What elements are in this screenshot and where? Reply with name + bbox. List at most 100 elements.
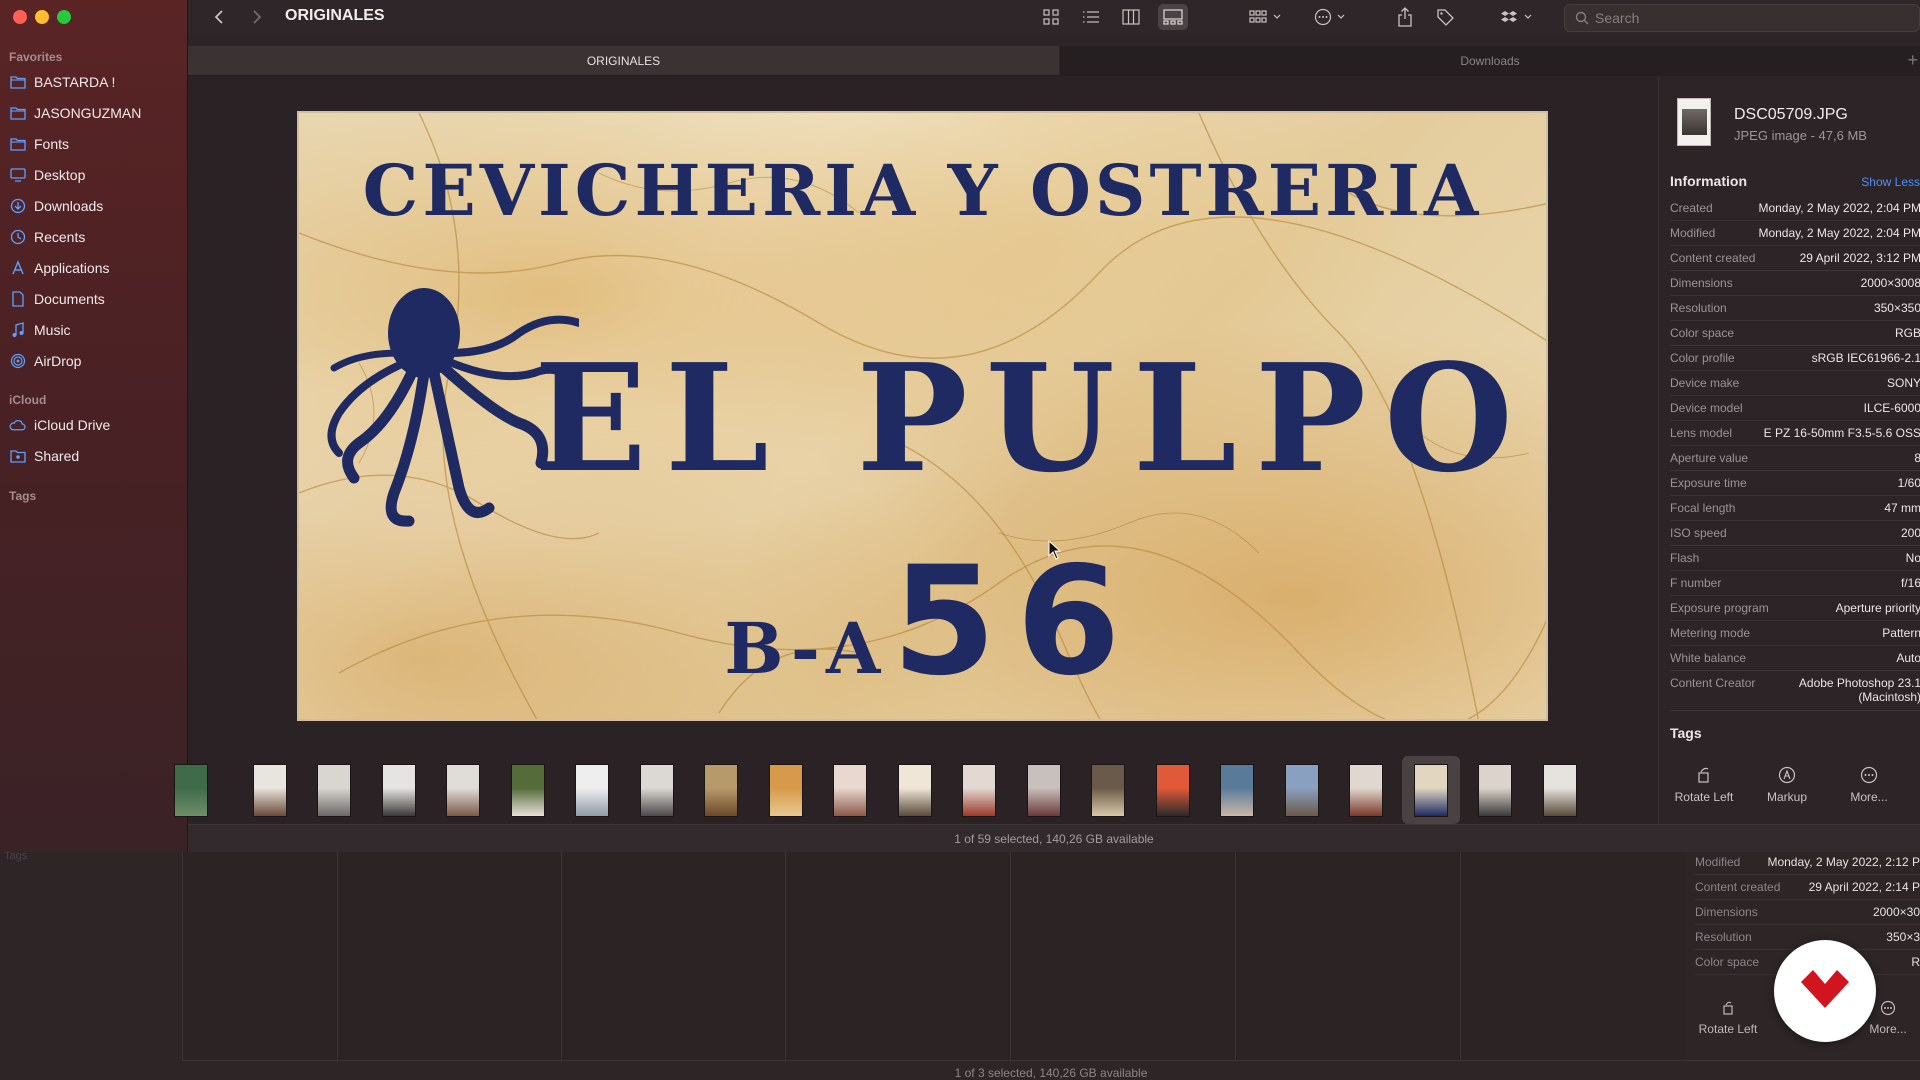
column-divider [1460, 850, 1461, 1060]
filmstrip-thumbnail-selected[interactable] [1413, 764, 1448, 817]
info-value: 350×350 [1873, 301, 1920, 315]
file-kind: JPEG image - 47,6 MB [1734, 128, 1867, 143]
column-view-button[interactable] [1118, 4, 1144, 30]
filmstrip-thumbnail[interactable] [704, 764, 738, 817]
info-row: Modified Monday, 2 May 2022, 2:04 PM [1670, 221, 1920, 246]
filmstrip-thumbnail[interactable] [317, 764, 351, 817]
info-key: F number [1670, 576, 1722, 590]
sidebar-item-icloud-drive[interactable]: iCloud Drive [9, 413, 184, 437]
more-button[interactable]: More... [1829, 766, 1909, 804]
filmstrip-thumbnail[interactable] [1349, 764, 1383, 817]
sign-prefix: B-A [724, 607, 887, 690]
filmstrip-thumbnail[interactable] [1220, 764, 1254, 817]
dropbox-button[interactable] [1498, 4, 1538, 30]
finder-window: Favorites BASTARDA ! JASONGUZMAN Fonts D… [0, 0, 1920, 852]
shared-folder-icon [9, 448, 26, 465]
rotate-left-button[interactable]: Rotate Left [1664, 766, 1744, 804]
sidebar-item-bastarda[interactable]: BASTARDA ! [9, 70, 184, 94]
sidebar-item-applications[interactable]: Applications [9, 256, 184, 280]
tab-originales[interactable]: ORIGINALES [188, 46, 1059, 76]
filmstrip-thumbnail[interactable] [252, 764, 287, 817]
filmstrip-thumbnail[interactable] [1478, 764, 1512, 817]
filmstrip-thumbnail[interactable] [897, 764, 932, 817]
filmstrip-thumbnail[interactable] [174, 764, 208, 817]
info-key: Lens model [1670, 426, 1733, 440]
info-value: Adobe Photoshop 23.1 (Macintosh) [1798, 676, 1920, 704]
filmstrip-thumbnail[interactable] [510, 764, 545, 817]
info-key: Flash [1670, 551, 1700, 565]
sidebar-item-downloads[interactable]: Downloads [9, 194, 184, 218]
filmstrip-thumbnail[interactable] [768, 764, 803, 817]
image-preview[interactable]: CEVICHERIA Y OSTRERIA EL PULPO B-A 56 [297, 111, 1548, 721]
info-row: Dimensions 2000×3008 [1670, 271, 1920, 296]
minimize-window-button[interactable] [35, 10, 49, 24]
bg-rotate-left-button[interactable]: Rotate Left [1698, 1000, 1758, 1036]
sidebar-item-label: BASTARDA ! [34, 74, 116, 90]
filmstrip-thumbnail[interactable] [833, 764, 867, 817]
share-button[interactable] [1392, 4, 1418, 30]
filmstrip-thumbnail[interactable] [446, 764, 480, 817]
info-row: Metering mode Pattern [1670, 621, 1920, 646]
tag-button[interactable] [1432, 4, 1458, 30]
sidebar-item-recents[interactable]: Recents [9, 225, 184, 249]
sidebar-item-documents[interactable]: Documents [9, 287, 184, 311]
gallery-content: CEVICHERIA Y OSTRERIA EL PULPO B-A 56 [174, 76, 1658, 824]
new-tab-button[interactable]: + [1907, 50, 1918, 71]
filmstrip-thumbnail[interactable] [1284, 764, 1319, 817]
filmstrip-thumbnail[interactable] [639, 764, 674, 817]
gallery-view-button[interactable] [1158, 4, 1188, 30]
forward-button[interactable] [245, 5, 269, 29]
sidebar-item-desktop[interactable]: Desktop [9, 163, 184, 187]
sidebar-item-jasonguzman[interactable]: JASONGUZMAN [9, 101, 184, 125]
info-key: Created [1670, 201, 1713, 215]
info-value: 8 [1914, 451, 1920, 465]
info-value: 29 April 2022, 3:12 PM [1799, 251, 1920, 265]
columns-icon [1122, 9, 1140, 25]
bg-info-row: Content created 29 April 2022, 2:14 P [1695, 875, 1920, 900]
sidebar-item-label: Desktop [34, 167, 86, 183]
filmstrip-thumbnail[interactable] [1026, 764, 1061, 817]
info-row: Flash No [1670, 546, 1920, 571]
column-divider [785, 850, 786, 1060]
mouse-cursor [1048, 540, 1062, 560]
list-view-button[interactable] [1078, 4, 1104, 30]
info-key: Modified [1670, 226, 1716, 240]
filmstrip-thumbnail[interactable] [1091, 764, 1125, 817]
window-title: ORIGINALES [285, 7, 385, 24]
sidebar-item-label: Recents [34, 229, 86, 245]
filmstrip-thumbnail[interactable] [381, 764, 416, 817]
icon-view-button[interactable] [1038, 4, 1064, 30]
action-menu-button[interactable] [1312, 4, 1352, 30]
sidebar-item-label: Documents [34, 291, 105, 307]
search-field[interactable]: Search [1564, 4, 1920, 32]
file-name: DSC05709.JPG [1734, 106, 1848, 123]
column-divider [1010, 850, 1011, 1060]
tab-downloads[interactable]: Downloads [1060, 46, 1920, 76]
info-key: White balance [1670, 651, 1747, 665]
folder-icon [9, 136, 26, 153]
zoom-window-button[interactable] [57, 10, 71, 24]
filmstrip-thumbnail[interactable] [1155, 764, 1190, 817]
filmstrip-thumbnail[interactable] [962, 764, 996, 817]
sign-number: 56 [891, 535, 1141, 709]
filmstrip-thumbnail[interactable] [575, 764, 609, 817]
info-row: Color space RGB [1670, 321, 1920, 346]
brand-mark-icon [1801, 970, 1849, 1008]
background-sidebar: Tags [0, 850, 182, 1080]
markup-button[interactable]: Markup [1747, 766, 1827, 804]
filmstrip-thumbnail[interactable] [1542, 764, 1577, 817]
tags-heading: Tags [1670, 725, 1702, 741]
info-value: Aperture priority [1835, 601, 1920, 615]
close-window-button[interactable] [13, 10, 27, 24]
sidebar-item-airdrop[interactable]: AirDrop [9, 349, 184, 373]
info-row: Focal length 47 mm [1670, 496, 1920, 521]
show-less-link[interactable]: Show Less [1861, 175, 1920, 189]
group-by-button[interactable] [1246, 4, 1286, 30]
sidebar-item-fonts[interactable]: Fonts [9, 132, 184, 156]
info-value: Auto [1896, 651, 1920, 665]
sidebar-section-favorites: Favorites [9, 50, 63, 64]
back-button[interactable] [207, 5, 231, 29]
sidebar-item-shared[interactable]: Shared [9, 444, 184, 468]
sidebar-item-music[interactable]: Music [9, 318, 184, 342]
info-key: Exposure program [1670, 601, 1769, 615]
